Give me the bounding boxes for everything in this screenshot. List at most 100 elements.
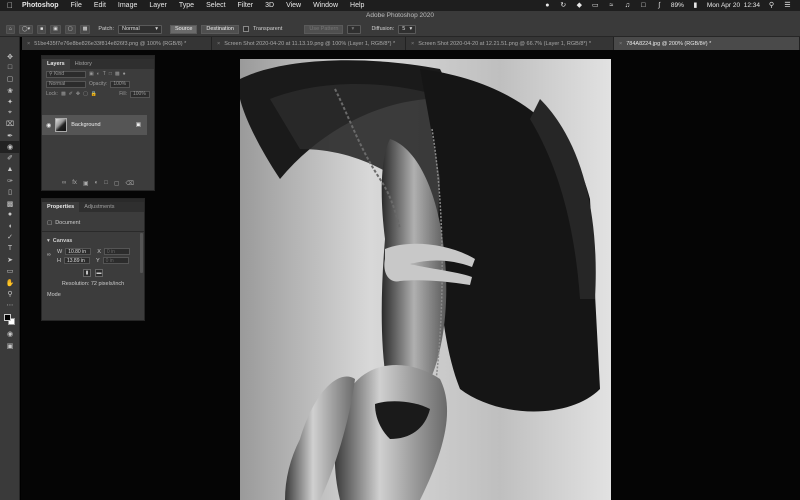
quick-mask-icon[interactable]: ◉ (0, 329, 20, 340)
tool-preset-picker[interactable]: ◯▾ (19, 24, 34, 34)
height-input[interactable]: 13.89 in (63, 257, 90, 264)
pattern-picker[interactable]: ▾ (347, 24, 362, 34)
trash-icon[interactable]: ⌫ (126, 180, 134, 187)
type-icon[interactable]: T (0, 243, 20, 254)
panel-grip[interactable] (42, 56, 154, 59)
menu-select[interactable]: Select (200, 2, 231, 9)
spotlight-icon[interactable]: ⚲ (767, 2, 776, 9)
lock-all-icon[interactable]: 🔒 (91, 91, 97, 97)
destination-button[interactable]: Destination (201, 24, 239, 34)
doc-tab-3[interactable]: × Screen Shot 2020-04-20 at 12.21.51.png … (406, 37, 614, 50)
tab-adjustments[interactable]: Adjustments (79, 202, 119, 212)
eye-icon[interactable]: ◉ (46, 122, 51, 129)
home-icon[interactable]: ⌂ (6, 24, 16, 34)
filter-smart-icon[interactable]: ▩ (115, 71, 120, 77)
layer-name[interactable]: Background (71, 122, 100, 128)
panel-grip[interactable] (42, 199, 144, 202)
blend-mode-select[interactable]: Normal (46, 80, 86, 88)
menu-help[interactable]: Help (344, 2, 370, 9)
properties-scrollbar[interactable] (140, 233, 143, 273)
x-input[interactable]: 0 in (103, 248, 130, 255)
landscape-icon[interactable]: ▬ (95, 268, 103, 277)
adjustment-icon[interactable]: ◐ (95, 180, 99, 187)
menu-view[interactable]: View (280, 2, 307, 9)
add-selection-icon[interactable]: ▣ (50, 24, 61, 34)
intersect-selection-icon[interactable]: ▩ (79, 24, 91, 34)
y-input[interactable]: 0 in (102, 257, 129, 264)
color-swatches[interactable] (0, 311, 20, 329)
quick-select-icon[interactable]: ✦ (0, 96, 20, 107)
source-button[interactable]: Source (169, 24, 198, 34)
subtract-selection-icon[interactable]: ▢ (64, 24, 76, 34)
menu-edit[interactable]: Edit (88, 2, 112, 9)
new-selection-icon[interactable]: ■ (37, 24, 47, 34)
filter-type-icon[interactable]: T (103, 71, 106, 77)
doc-tab-2[interactable]: × Screen Shot 2020-04-20 at 11.13.19.png … (212, 37, 406, 50)
doc-tab-1[interactable]: × 51be435f7e76e8be826e33f814e826f3.png @ … (22, 37, 212, 50)
chevron-down-icon[interactable]: ▾ (47, 238, 50, 244)
canvas-header[interactable]: ▾ Canvas (47, 236, 139, 245)
hand-icon[interactable]: ✋ (0, 277, 20, 288)
filter-pixel-icon[interactable]: ▣ (89, 71, 94, 77)
menu-image[interactable]: Image (112, 2, 143, 9)
more-tools-icon[interactable]: ⋯ (0, 300, 20, 311)
transparent-checkbox[interactable] (242, 26, 249, 32)
tab-layers[interactable]: Layers (42, 59, 70, 69)
dodge-icon[interactable]: ◖ (0, 220, 20, 231)
screen-mode-icon[interactable]: ▣ (0, 340, 20, 351)
volume-icon[interactable]: ♫ (623, 2, 632, 9)
display-icon[interactable]: □ (639, 2, 648, 9)
tab-properties[interactable]: Properties (42, 202, 80, 212)
patch-icon[interactable]: ◉ (0, 141, 20, 153)
mask-icon[interactable]: ▣ (83, 180, 89, 187)
link-dimensions-icon[interactable]: ∞ (47, 247, 53, 265)
kind-filter-select[interactable]: ⚲ Kind (46, 70, 86, 78)
path-select-icon[interactable]: ➤ (0, 254, 20, 265)
menu-type[interactable]: Type (173, 2, 200, 9)
width-input[interactable]: 10.80 in (65, 248, 92, 255)
menu-3d[interactable]: 3D (259, 2, 280, 9)
apple-icon[interactable]:  (0, 1, 20, 10)
fx-icon[interactable]: fx (72, 180, 77, 187)
filter-shape-icon[interactable]: □ (109, 71, 112, 77)
link-icon[interactable]: ∞ (62, 180, 66, 187)
filter-adjust-icon[interactable]: ◐ (97, 71, 100, 77)
close-icon[interactable]: × (619, 41, 622, 47)
group-icon[interactable]: □ (104, 180, 108, 187)
menu-file[interactable]: File (65, 2, 88, 9)
foreground-color[interactable] (4, 313, 11, 321)
eyedropper-icon[interactable]: ✒ (0, 130, 20, 141)
battery-icon[interactable]: ▮ (691, 2, 700, 9)
lock-artboard-icon[interactable]: ▢ (83, 91, 88, 97)
tab-history[interactable]: History (70, 59, 97, 69)
menu-window[interactable]: Window (307, 2, 344, 9)
lock-pixels-icon[interactable]: ▩ (61, 91, 66, 97)
artboard-icon[interactable]: □ (0, 62, 20, 73)
opacity-input[interactable]: 100% (110, 80, 131, 88)
diffusion-select[interactable]: 5 ▾ (398, 24, 417, 34)
patch-mode-select[interactable]: Normal ▾ (117, 24, 162, 34)
fill-input[interactable]: 100% (130, 90, 150, 98)
use-pattern-button[interactable]: Use Pattern (304, 24, 344, 34)
sync-icon[interactable]: ↻ (559, 2, 568, 9)
layer-row-background[interactable]: ◉ Background ▣ (42, 115, 147, 135)
brush-icon[interactable]: ✐ (0, 153, 20, 164)
frame-icon[interactable]: ⌧ (0, 119, 20, 130)
lock-image-icon[interactable]: ✐ (69, 91, 73, 97)
menu-app-name[interactable]: Photoshop (20, 2, 65, 9)
pen-icon[interactable]: ✓ (0, 232, 20, 243)
lasso-icon[interactable]: ❀ (0, 85, 20, 96)
close-icon[interactable]: × (411, 41, 414, 47)
airplay-icon[interactable]: ▭ (591, 2, 600, 9)
portrait-icon[interactable]: ▮ (83, 268, 91, 277)
dropbox-icon[interactable]: ◆ (575, 2, 584, 9)
marquee-icon[interactable]: ▢ (0, 74, 20, 85)
filter-toggle-icon[interactable]: ● (123, 71, 126, 77)
wifi-icon[interactable]: ≈ (607, 2, 616, 9)
new-layer-icon[interactable]: ▢ (114, 180, 120, 187)
menu-layer[interactable]: Layer (143, 2, 173, 9)
bluetooth-icon[interactable]: ∫ (655, 2, 664, 9)
crop-icon[interactable]: ⌖ (0, 107, 20, 118)
clone-stamp-icon[interactable]: ▲ (0, 164, 20, 175)
blur-icon[interactable]: ● (0, 209, 20, 220)
